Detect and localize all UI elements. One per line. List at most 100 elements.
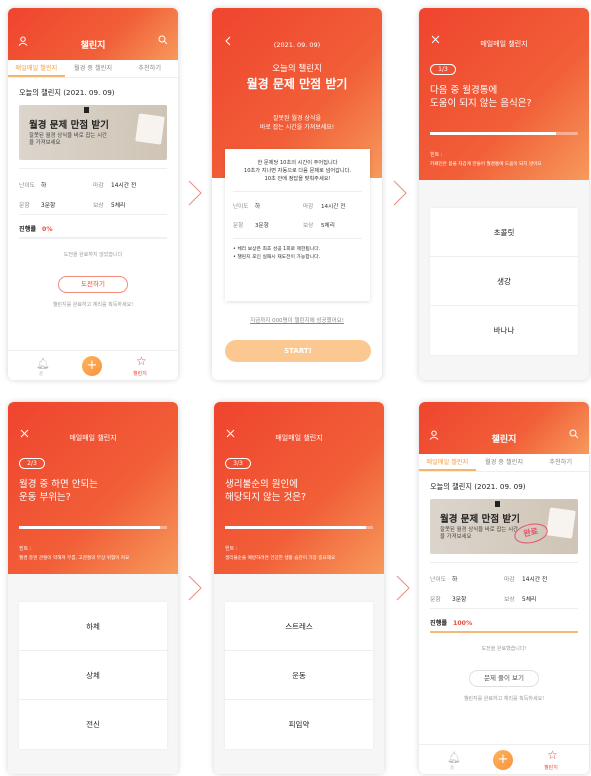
answer-area: 하체 상체 전신 [8, 574, 178, 774]
chevron-right-icon [393, 180, 407, 206]
difficulty-value: 하 [452, 576, 458, 583]
screen-challenge-home-completed: 챌린지 매일매일 챌린지 월경 중 챌린지 추천하기 오늘의 챌린지 (2021… [419, 402, 589, 774]
search-icon[interactable] [158, 35, 168, 48]
star-icon[interactable]: ☆ [547, 748, 558, 762]
questions-value: 3문항 [41, 202, 56, 209]
start-button[interactable]: START! [225, 340, 371, 362]
nav-challenge-label: 챌린지 [544, 765, 558, 771]
tab-recommend[interactable]: 추천하기 [532, 454, 589, 471]
quiz-header: 매일매일 챌린지 1/3 다음 중 월경통에 도움이 되지 않는 음식은? 힌트… [419, 8, 589, 180]
answer-option[interactable]: 전신 [19, 700, 167, 749]
hint-label: 힌트 : [225, 546, 238, 552]
screen-quiz-3: 매일매일 챌린지 3/3 생리불순의 원인에 해당되지 않는 것은? 힌트 : … [214, 402, 384, 774]
nav-home-label: 홈 [39, 372, 44, 377]
tab-period[interactable]: 월경 중 챌린지 [476, 454, 533, 471]
deadline-value: 14시간 전 [522, 576, 548, 583]
clip-icon [84, 107, 89, 113]
progress-section: 진행률 0% [19, 214, 167, 239]
detail-description: 잘못된 월경 상식을 바로 잡는 시간을 가져보세요! [212, 114, 382, 132]
deadline-label: 마감 [504, 576, 515, 583]
hint-text: 생리불순을 예방하려면 건강한 생활 습관이 가장 중요해요 [225, 556, 336, 561]
chevron-right-icon [188, 180, 202, 206]
question-line: 해당되지 않는 것은? [225, 492, 307, 503]
tab-bar: 매일매일 챌린지 월경 중 챌린지 추천하기 [419, 454, 589, 472]
screen-challenge-home: 챌린지 매일매일 챌린지 월경 중 챌린지 추천하기 오늘의 챌린지 (2021… [8, 8, 178, 380]
header: 챌린지 [8, 8, 178, 60]
banner-subtitle: 잘못된 월경 상식을 바로 잡는 시간을 가져보세요 [440, 527, 518, 540]
progress-label: 진행률 [19, 226, 37, 233]
challenge-banner[interactable]: 월경 문제 만점 받기 잘못된 월경 상식을 바로 잡는 시간을 가져보세요 완… [430, 499, 578, 554]
nav-home-label: 홈 [450, 766, 455, 771]
rules-text: 한 문제당 10초의 시간이 주어집니다 10초가 지나면 자동으로 다음 문제… [225, 149, 370, 183]
reward-label: 보상 [303, 222, 314, 229]
quiz-title: 매일매일 챌린지 [480, 40, 528, 48]
question-text: 월경 중 하면 안되는 운동 부위는? [19, 478, 169, 504]
bell-icon[interactable]: 🔔︎ [447, 751, 461, 764]
reward-label: 보상 [504, 596, 515, 603]
tab-period[interactable]: 월경 중 챌린지 [65, 60, 122, 77]
questions-value: 3문항 [452, 596, 467, 603]
chevron-right-icon [396, 575, 410, 601]
tab-recommend[interactable]: 추천하기 [121, 60, 178, 77]
star-icon[interactable]: ☆ [136, 354, 147, 368]
add-button[interactable]: + [82, 356, 102, 376]
footer-note: 챌린지를 완료하고 체리를 획득하세요! [463, 696, 545, 702]
challenge-button[interactable]: 도전하기 [58, 276, 128, 293]
bullet-line: • 챌린지 포인 실패시 재도전이 가능합니다. [233, 255, 321, 260]
bottom-nav: 🔔︎ 홈 + ☆ 챌린지 [419, 744, 589, 774]
desc-line: 바로 잡는 시간을 가져보세요! [259, 124, 335, 131]
tab-bar: 매일매일 챌린지 월경 중 챌린지 추천하기 [8, 60, 178, 78]
rule-line: 10초 안에 정답을 맞춰주세요! [264, 176, 331, 182]
answer-option[interactable]: 상체 [19, 651, 167, 700]
bullet-line: • 체리 보상은 최초 성공 1회로 제한됩니다. [233, 247, 321, 252]
banner-title: 월경 문제 만점 받기 [29, 120, 109, 131]
answer-option[interactable]: 하체 [19, 602, 167, 651]
step-badge: 2/3 [19, 458, 45, 469]
search-icon[interactable] [569, 429, 579, 442]
answer-option[interactable]: 바나나 [430, 306, 578, 355]
quiz-header: 매일매일 챌린지 3/3 생리불순의 원인에 해당되지 않는 것은? 힌트 : … [214, 402, 384, 574]
timer-fill [19, 526, 160, 529]
answer-option[interactable]: 초콜릿 [430, 208, 578, 257]
progress-value: 0% [42, 226, 53, 233]
view-answers-button[interactable]: 문제 풀이 보기 [469, 670, 539, 687]
progress-bar [430, 631, 578, 633]
banner-title: 월경 문제 만점 받기 [440, 514, 520, 525]
deadline-label: 마감 [303, 203, 314, 210]
answer-option[interactable]: 스트레스 [225, 602, 373, 651]
screen-quiz-1: 매일매일 챌린지 1/3 다음 중 월경통에 도움이 되지 않는 음식은? 힌트… [419, 8, 589, 380]
answer-option[interactable]: 운동 [225, 651, 373, 700]
question-line: 월경 중 하면 안되는 [19, 479, 98, 490]
challenge-banner[interactable]: 월경 문제 만점 받기 잘못된 월경 상식을 바로 잡는 시간을 가져보세요 [19, 105, 167, 160]
tab-daily[interactable]: 매일매일 챌린지 [419, 454, 476, 471]
step-badge: 1/3 [430, 64, 456, 75]
challenge-info: 난이도 하 마감 14시간 전 문항 3문항 보상 5체리 [19, 168, 167, 214]
challenge-info: 난이도 하 마감 14시간 전 문항 3문항 보상 5체리 [430, 562, 578, 608]
progress-label: 진행률 [430, 620, 448, 627]
progress-fill [430, 631, 578, 633]
clip-icon [495, 501, 500, 507]
answer-options: 스트레스 운동 피임약 [225, 602, 373, 749]
detail-title: 월경 문제 만점 받기 [246, 77, 348, 91]
add-button[interactable]: + [493, 750, 513, 770]
hint-label: 힌트 : [19, 546, 32, 552]
detail-date: (2021. 09. 09) [273, 41, 321, 49]
detail-subtitle: 오늘의 챌린지 [272, 64, 322, 74]
page-title: 챌린지 [491, 435, 517, 445]
answer-option[interactable]: 피임약 [225, 700, 373, 749]
reward-value: 5체리 [111, 202, 126, 209]
nav-challenge-label: 챌린지 [133, 371, 147, 377]
bell-icon[interactable]: 🔔︎ [36, 357, 50, 370]
chevron-right-icon [188, 575, 202, 601]
difficulty-value: 하 [255, 203, 261, 210]
timer-fill [430, 132, 556, 135]
answer-area: 스트레스 운동 피임약 [214, 574, 384, 774]
question-line: 다음 중 월경통에 [430, 85, 498, 96]
rules-card: 한 문제당 10초의 시간이 주어집니다 10초가 지나면 자동으로 다음 문제… [225, 149, 370, 301]
success-count-link[interactable]: 지금까지 000명이 챌린지에 성공했어요! [212, 316, 382, 324]
tab-daily[interactable]: 매일매일 챌린지 [8, 60, 65, 77]
screen-quiz-2: 매일매일 챌린지 2/3 월경 중 하면 안되는 운동 부위는? 힌트 : 월경… [8, 402, 178, 774]
answer-option[interactable]: 생강 [430, 257, 578, 306]
page-title: 챌린지 [80, 41, 106, 51]
footer-note: 챌린지를 완료하고 체리를 획득하세요! [52, 302, 134, 308]
